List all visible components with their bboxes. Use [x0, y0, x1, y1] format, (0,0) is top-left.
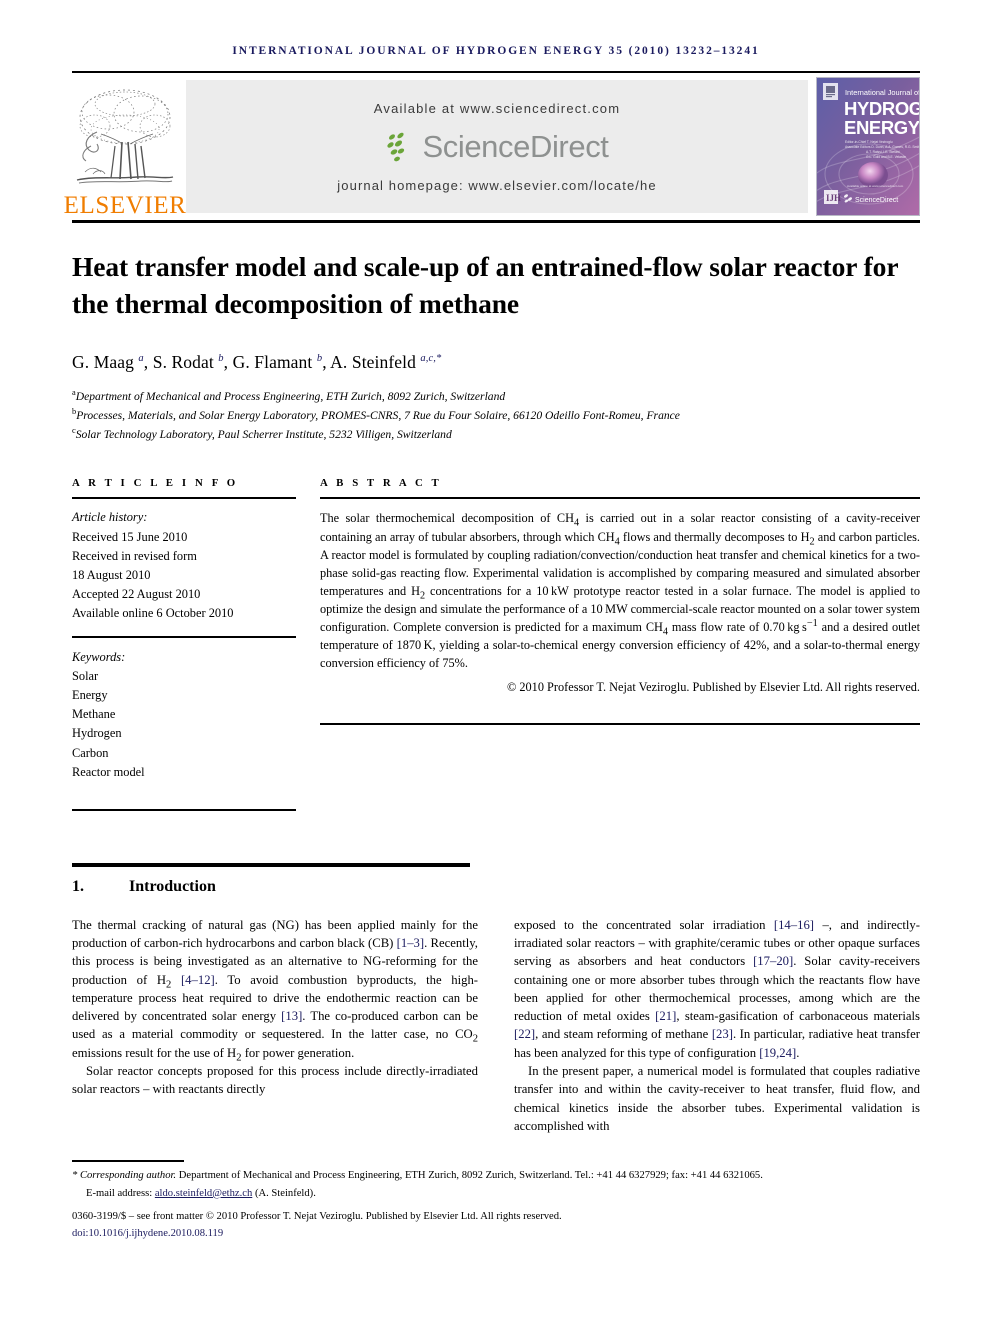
- affiliation-a: aDepartment of Mechanical and Process En…: [72, 388, 920, 407]
- svg-text:Associate Editors D. Dunn, A.: Associate Editors D. Dunn, A.A. Gomes, R…: [845, 145, 919, 149]
- affiliation-text-b: Processes, Materials, and Solar Energy L…: [76, 408, 680, 422]
- keyword-item: Solar: [72, 669, 99, 684]
- article-info-rule: [72, 497, 296, 500]
- article-info-abstract-block: A R T I C L E I N F O Article history: R…: [72, 477, 920, 811]
- cover-sciencedirect: ScienceDirect: [855, 197, 898, 204]
- sciencedirect-logo: ScienceDirect: [385, 129, 609, 165]
- abstract-heading: A B S T R A C T: [320, 477, 442, 490]
- article-info-bottom-rule: [72, 808, 296, 811]
- abstract-column: A B S T R A C T The solar thermochemical…: [320, 477, 920, 810]
- journal-cover-art: International Journal of HYDROGEN ENERGY…: [817, 78, 919, 215]
- paper-page: INTERNATIONAL JOURNAL OF HYDROGEN ENERGY…: [0, 0, 992, 1323]
- abstract-bottom-rule: [320, 723, 920, 726]
- body-column-right: exposed to the concentrated solar irradi…: [514, 916, 920, 1135]
- svg-text:G.L. Gold and B.E. Velastin: G.L. Gold and B.E. Velastin: [866, 155, 906, 159]
- section-heading: 1. Introduction: [72, 878, 920, 896]
- author-list: G. Maag a, S. Rodat b, G. Flamant b, A. …: [72, 352, 442, 373]
- issn-line: 0360-3199/$ – see front matter © 2010 Pr…: [72, 1211, 562, 1223]
- article-info-column: A R T I C L E I N F O Article history: R…: [72, 477, 296, 811]
- affiliation-c: cSolar Technology Laboratory, Paul Scher…: [72, 426, 920, 445]
- footnote-zone: * Corresponding author. Department of Me…: [72, 1160, 920, 1242]
- cover-line2: HYDROGEN: [844, 98, 919, 119]
- email-link[interactable]: aldo.steinfeld@ethz.ch: [155, 1188, 252, 1199]
- email-owner: (A. Steinfeld).: [254, 1187, 316, 1199]
- paragraph: In the present paper, a numerical model …: [514, 1063, 920, 1133]
- keyword-item: Reactor model: [72, 764, 145, 779]
- paragraph: Solar reactor concepts proposed for this…: [72, 1063, 478, 1097]
- affiliation-text-c: Solar Technology Laboratory, Paul Scherr…: [75, 427, 452, 441]
- affiliation-list: aDepartment of Mechanical and Process En…: [72, 388, 920, 444]
- article-history: Article history: Received 15 June 2010 R…: [72, 508, 296, 623]
- corresponding-author-text: * Corresponding author. Department of Me…: [72, 1170, 763, 1181]
- section-number: 1.: [72, 877, 84, 895]
- paragraph: exposed to the concentrated solar irradi…: [514, 917, 920, 1060]
- running-head: INTERNATIONAL JOURNAL OF HYDROGEN ENERGY…: [232, 45, 760, 57]
- abstract-rule: [320, 497, 920, 500]
- elsevier-logo: ELSEVIER: [64, 73, 186, 220]
- journal-homepage-text: journal homepage: www.elsevier.com/locat…: [337, 178, 657, 193]
- affiliation-b: bProcesses, Materials, and Solar Energy …: [72, 407, 920, 426]
- svg-text:IJH: IJH: [826, 193, 841, 203]
- history-line: Available online 6 October 2010: [72, 605, 234, 620]
- keyword-item: Carbon: [72, 745, 109, 760]
- email-label: E-mail address:: [86, 1187, 153, 1199]
- svg-text:A.T. Raissi, I.E. Stefani: A.T. Raissi, I.E. Stefani: [866, 150, 900, 154]
- affiliation-text-a: Department of Mechanical and Process Eng…: [75, 390, 506, 404]
- corresponding-author-note: * Corresponding author. Department of Me…: [72, 1168, 920, 1184]
- sciencedirect-wordmark: ScienceDirect: [422, 129, 609, 164]
- keywords-label: Keywords:: [72, 650, 126, 665]
- masthead: ELSEVIER Available at www.sciencedirect.…: [64, 73, 920, 220]
- journal-cover-thumbnail: International Journal of HYDROGEN ENERGY…: [816, 77, 920, 216]
- sciencedirect-banner: Available at www.sciencedirect.com Scien…: [186, 80, 808, 213]
- svg-text:Editor-in-Chief T. Nejat Vez: Editor-in-Chief T. Nejat Veziroglu: [845, 140, 893, 144]
- cover-line3: ENERGY: [844, 117, 919, 138]
- elsevier-tree-icon: [76, 89, 174, 184]
- keywords-list: Keywords: Solar Energy Methane Hydrogen …: [72, 648, 296, 782]
- elsevier-wordmark: ELSEVIER: [63, 192, 187, 219]
- article-info-heading: A R T I C L E I N F O: [72, 477, 239, 490]
- cover-line1: International Journal of: [845, 88, 919, 97]
- available-at-text: Available at www.sciencedirect.com: [373, 101, 621, 116]
- sciencedirect-leaf-icon: [387, 132, 405, 161]
- abstract-copyright: © 2010 Professor T. Nejat Veziroglu. Pub…: [506, 680, 920, 695]
- history-line: Accepted 22 August 2010: [72, 586, 201, 601]
- history-line: 18 August 2010: [72, 567, 151, 582]
- history-line: Received 15 June 2010: [72, 529, 188, 544]
- page-title: Heat transfer model and scale-up of an e…: [72, 251, 898, 319]
- footnote-rule: [72, 1160, 184, 1162]
- article-history-label: Article history:: [72, 510, 148, 525]
- doi-line[interactable]: doi:10.1016/j.ijhydene.2010.08.119: [72, 1226, 920, 1242]
- email-note: E-mail address: aldo.steinfeld@ethz.ch (…: [72, 1186, 920, 1202]
- masthead-bottom-rule: [72, 220, 920, 223]
- svg-text:Available online at www.scienc: Available online at www.sciencedirect.co…: [847, 184, 904, 188]
- history-line: Received in revised form: [72, 548, 197, 563]
- body-columns: The thermal cracking of natural gas (NG)…: [72, 916, 920, 1135]
- keyword-item: Methane: [72, 707, 116, 722]
- keywords-top-rule: [72, 636, 296, 639]
- keyword-item: Energy: [72, 688, 108, 703]
- section-title: Introduction: [129, 877, 216, 895]
- paragraph: The thermal cracking of natural gas (NG)…: [72, 917, 479, 1064]
- body-column-left: The thermal cracking of natural gas (NG)…: [72, 916, 478, 1135]
- keyword-item: Hydrogen: [72, 726, 122, 741]
- abstract-body: The solar thermochemical decomposition o…: [320, 511, 921, 670]
- section-top-rule: [72, 862, 470, 867]
